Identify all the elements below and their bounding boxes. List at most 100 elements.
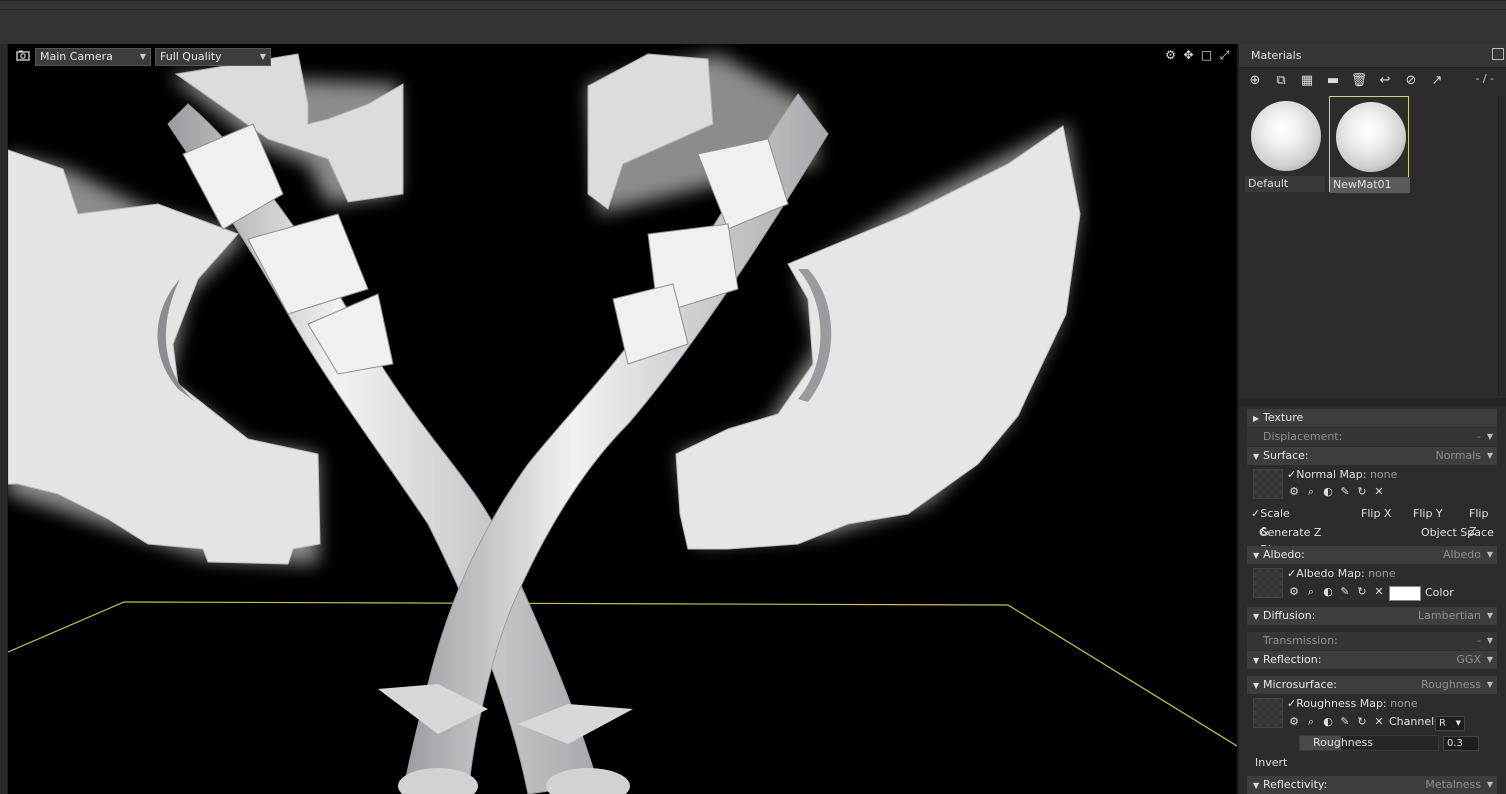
export-icon[interactable]: ↗: [1427, 72, 1447, 90]
expand-icon[interactable]: ⤢: [1218, 49, 1231, 62]
material-item-default[interactable]: Default: [1245, 96, 1325, 192]
reset-icon[interactable]: ⊘: [1401, 72, 1421, 90]
material-label: NewMat01: [1330, 177, 1410, 193]
section-reflectivity[interactable]: ▼ Reflectivity: Metalness ▼: [1247, 776, 1497, 794]
flip-x-checkbox[interactable]: Flip X: [1361, 505, 1391, 523]
channel-select[interactable]: R ▼: [1435, 716, 1465, 731]
add-icon[interactable]: ⊕: [1245, 72, 1265, 90]
section-reflection[interactable]: ▼ Reflection: GGX ▼: [1247, 651, 1497, 669]
channel-icon[interactable]: ◐: [1321, 715, 1335, 729]
floor-grid-line: [8, 601, 1237, 747]
camera-icon[interactable]: [16, 50, 30, 61]
section-diffusion[interactable]: ▼ Diffusion: Lambertian ▼: [1247, 607, 1497, 625]
map-tools: ⚙ ⌕ ◐ ✎ ↻ ✕: [1287, 585, 1386, 599]
channel-value: R: [1439, 718, 1446, 729]
object-space-checkbox[interactable]: Object Space: [1421, 524, 1494, 542]
quality-select[interactable]: Full Quality ▼: [155, 48, 271, 66]
search-icon[interactable]: ⌕: [1304, 485, 1318, 499]
reload-icon[interactable]: ↻: [1355, 715, 1369, 729]
3d-viewport[interactable]: Main Camera ▼ Full Quality ▼ ⚙ ✥ □ ⤢: [8, 44, 1237, 794]
collapse-triangle-icon: ▼: [1253, 551, 1260, 560]
section-value: Roughness: [1420, 678, 1481, 691]
materials-toolbar: ⊕ ⧉ ▦ ▬ 🗑 ↩ ⊘ ↗: [1245, 72, 1447, 90]
gear-icon[interactable]: ⚙: [1287, 485, 1301, 499]
section-surface[interactable]: ▼ Surface: Normals ▼: [1247, 447, 1497, 465]
invert-label: Invert: [1255, 756, 1288, 769]
material-item-newmat01[interactable]: NewMat01: [1329, 96, 1410, 193]
trash-icon[interactable]: 🗑: [1349, 72, 1369, 90]
flip-y-checkbox[interactable]: Flip Y: [1413, 505, 1443, 523]
move-icon[interactable]: ✥: [1182, 49, 1195, 62]
roughness-value-field[interactable]: 0.3: [1443, 736, 1479, 751]
map-label: Albedo Map:: [1296, 567, 1365, 580]
collapse-triangle-icon: ▼: [1253, 781, 1260, 790]
chevron-down-icon: ▼: [1486, 432, 1493, 441]
section-albedo[interactable]: ▼ Albedo: Albedo ▼: [1247, 546, 1497, 564]
chevron-down-icon: ▼: [259, 52, 266, 61]
search-icon[interactable]: ⌕: [1304, 715, 1318, 729]
section-transmission[interactable]: Transmission: - ▼: [1247, 632, 1497, 650]
map-value: none: [1369, 468, 1398, 481]
channel-icon[interactable]: ◐: [1321, 585, 1335, 599]
invert-checkbox[interactable]: Invert: [1247, 754, 1497, 772]
roughness-value: 0.3: [1447, 738, 1463, 749]
camera-select[interactable]: Main Camera ▼: [35, 48, 151, 66]
close-icon[interactable]: ✕: [1372, 715, 1386, 729]
toolbar-divider: [0, 9, 1506, 10]
channel-icon[interactable]: ◐: [1321, 485, 1335, 499]
apply-icon[interactable]: ↩: [1375, 72, 1395, 90]
map-value: none: [1390, 697, 1418, 710]
edit-icon[interactable]: ✎: [1338, 485, 1352, 499]
duplicate-icon[interactable]: ⧉: [1271, 72, 1291, 90]
folder-icon[interactable]: ▬: [1323, 72, 1343, 90]
section-texture[interactable]: ▶ Texture: [1247, 409, 1497, 427]
panel-divider[interactable]: [1239, 398, 1506, 406]
map-label: Roughness Map:: [1296, 697, 1387, 710]
section-value: -: [1477, 430, 1481, 443]
collapse-triangle-icon: ▼: [1253, 612, 1260, 621]
section-microsurface[interactable]: ▼ Microsurface: Roughness ▼: [1247, 676, 1497, 694]
square-icon[interactable]: □: [1200, 49, 1213, 62]
reload-icon[interactable]: ↻: [1355, 485, 1369, 499]
materials-panel: Materials ⊕ ⧉ ▦ ▬ 🗑 ↩ ⊘ ↗ - / - Default …: [1237, 44, 1506, 794]
edit-icon[interactable]: ✎: [1338, 715, 1352, 729]
roughness-map-line: ✓Roughness Map: none: [1287, 697, 1418, 710]
chevron-down-icon: ▼: [1486, 611, 1493, 620]
viewport-icons: ⚙ ✥ □ ⤢: [1164, 49, 1231, 62]
materials-scrollbar[interactable]: [1498, 96, 1506, 396]
search-icon[interactable]: ⌕: [1304, 585, 1318, 599]
collapse-triangle-icon: ▼: [1253, 452, 1260, 461]
chevron-down-icon: ▼: [1486, 550, 1493, 559]
roughness-map-block: ✓Roughness Map: none ⚙ ⌕ ◐ ✎ ↻ ✕ Channel R ▼: [1247, 694, 1497, 734]
gear-icon[interactable]: ⚙: [1287, 715, 1301, 729]
material-preview: [1251, 101, 1321, 171]
gear-icon[interactable]: ⚙: [1164, 49, 1177, 62]
scale-bias-checkbox[interactable]: ✓Scale & Bias: [1251, 505, 1290, 556]
close-icon[interactable]: ✕: [1372, 585, 1386, 599]
left-strip: [0, 44, 8, 794]
roughness-row: Roughness 0.3: [1247, 734, 1497, 754]
gear-icon[interactable]: ⚙: [1287, 585, 1301, 599]
map-tools: ⚙ ⌕ ◐ ✎ ↻ ✕: [1287, 485, 1386, 499]
map-value: none: [1368, 567, 1396, 580]
chevron-down-icon: ▼: [1486, 636, 1493, 645]
material-count: - / -: [1475, 72, 1494, 85]
section-label: Texture: [1263, 411, 1304, 424]
popout-icon[interactable]: [1492, 48, 1504, 60]
material-preview: [1336, 102, 1406, 172]
checker-icon[interactable]: ▦: [1297, 72, 1317, 90]
reload-icon[interactable]: ↻: [1355, 585, 1369, 599]
chevron-down-icon: ▼: [1486, 655, 1493, 664]
albedo-color-swatch[interactable]: [1389, 586, 1421, 601]
edit-icon[interactable]: ✎: [1338, 585, 1352, 599]
section-displacement[interactable]: Displacement: - ▼: [1247, 428, 1497, 446]
section-label: Transmission:: [1263, 634, 1338, 647]
generate-z-checkbox[interactable]: Generate Z: [1259, 524, 1321, 542]
normal-map-thumb[interactable]: [1253, 469, 1283, 499]
close-icon[interactable]: ✕: [1372, 485, 1386, 499]
roughness-map-thumb[interactable]: [1253, 698, 1283, 728]
albedo-map-thumb[interactable]: [1253, 568, 1283, 598]
chevron-down-icon: ▼: [139, 52, 146, 61]
top-toolbar: [0, 0, 1506, 44]
